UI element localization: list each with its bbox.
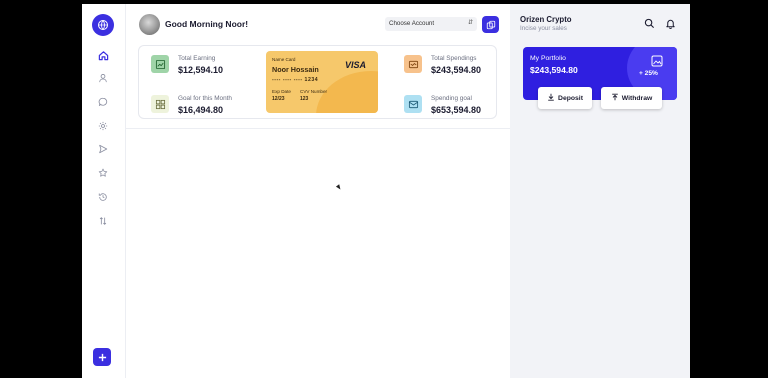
- bell-icon[interactable]: [664, 17, 676, 29]
- visa-logo: VISA: [345, 60, 367, 70]
- portfolio-value: $243,594.80: [530, 65, 578, 75]
- inbox-icon: [404, 95, 422, 113]
- total-earning-value: $12,594.10: [178, 65, 224, 75]
- greeting-title: Good Morning Noor!: [165, 19, 249, 29]
- card-number: ---- ---- ---- 1234: [272, 77, 319, 83]
- total-spendings-label: Total Spendings: [431, 55, 477, 62]
- card-cvv-label: CVV Number: [300, 89, 328, 94]
- total-spendings-value: $243,594.80: [431, 65, 482, 75]
- chevron-updown-icon: ⇵: [467, 20, 473, 26]
- goal-month-label: Goal for this Month: [178, 95, 232, 102]
- search-icon[interactable]: [643, 17, 655, 29]
- card-cvv-value: 123: [300, 96, 309, 102]
- image-icon[interactable]: [651, 54, 663, 67]
- sidebar: [82, 4, 126, 378]
- upload-icon: [611, 93, 619, 103]
- chart-up-icon: [151, 55, 169, 73]
- app-window: Good Morning Noor! Choose Account ⇵ Tota…: [82, 4, 690, 378]
- grid-icon: [151, 95, 169, 113]
- spending-goal-label: Spending goal: [431, 95, 472, 102]
- portfolio-change: + 25%: [639, 70, 658, 77]
- send-icon[interactable]: [95, 141, 111, 157]
- settings-icon[interactable]: [95, 118, 111, 134]
- total-earning-label: Total Earning: [178, 55, 216, 62]
- account-select[interactable]: Choose Account ⇵: [385, 17, 477, 31]
- deposit-label: Deposit: [558, 94, 583, 102]
- chat-icon[interactable]: [95, 94, 111, 110]
- section-divider: [126, 128, 510, 129]
- avatar[interactable]: [139, 14, 160, 35]
- withdraw-button[interactable]: Withdraw: [601, 87, 662, 109]
- deposit-button[interactable]: Deposit: [538, 87, 592, 109]
- main-content: Good Morning Noor! Choose Account ⇵ Tota…: [126, 4, 510, 378]
- home-icon[interactable]: [95, 47, 111, 63]
- copy-icon[interactable]: [482, 16, 499, 33]
- history-icon[interactable]: [95, 189, 111, 205]
- user-icon[interactable]: [95, 70, 111, 86]
- plus-icon[interactable]: [93, 348, 111, 366]
- withdraw-label: Withdraw: [621, 94, 653, 102]
- sort-icon[interactable]: [95, 213, 111, 229]
- card-exp-label: Exp Date: [272, 89, 291, 94]
- portfolio-label: My Portfolio: [530, 55, 566, 62]
- card-icon: [404, 55, 422, 73]
- globe-icon[interactable]: [92, 14, 114, 36]
- account-select-value: Choose Account: [389, 20, 435, 27]
- panel-subtitle: Incise your sales: [520, 25, 567, 32]
- goal-month-value: $16,494.80: [178, 105, 224, 115]
- overview-panel: Total Earning $12,594.10 Goal for this M…: [138, 45, 497, 119]
- credit-card[interactable]: Name Card Noor Hossain VISA ---- ---- --…: [266, 51, 378, 113]
- card-holder-name: Noor Hossain: [272, 65, 319, 74]
- download-icon: [547, 93, 555, 103]
- spending-goal-value: $653,594.80: [431, 105, 482, 115]
- right-panel: Orizen Crypto Incise your sales My Portf…: [510, 4, 690, 378]
- card-name-label: Name Card: [272, 57, 296, 62]
- panel-title: Orizen Crypto: [520, 15, 572, 24]
- card-exp-value: 12/23: [272, 96, 285, 102]
- star-icon[interactable]: [95, 165, 111, 181]
